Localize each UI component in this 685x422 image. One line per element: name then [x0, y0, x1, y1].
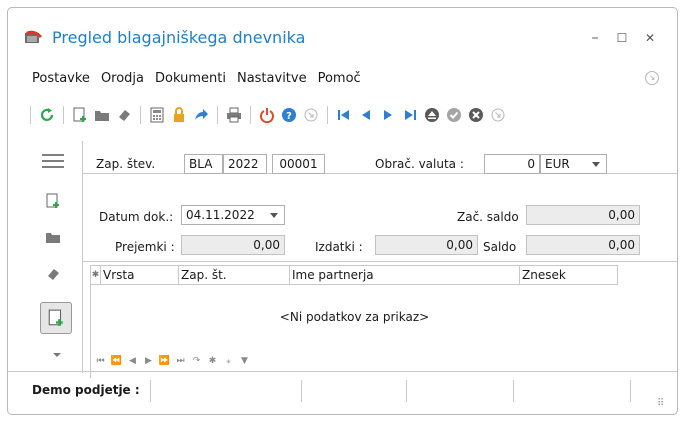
- grid-navigator: ⏮ ⏪ ◀ ▶ ⏩ ⏭ ↷ ✱ ⁎ ▼: [94, 355, 251, 367]
- resize-grip-icon[interactable]: ⠿: [657, 399, 667, 409]
- window: Pregled blagajniškega dnevnika – ☐ ✕ Pos…: [7, 7, 678, 415]
- app-logo-icon: [25, 30, 42, 43]
- folder-icon[interactable]: [91, 104, 113, 126]
- cancel-icon[interactable]: [465, 104, 487, 126]
- menu-nastavitve[interactable]: Nastavitve: [237, 71, 307, 89]
- datum-date-picker[interactable]: 04.11.2022: [181, 205, 285, 225]
- nav-next-icon[interactable]: ▶: [142, 356, 155, 366]
- chevron-down-icon: [270, 213, 278, 218]
- menu-orodja[interactable]: Orodja: [101, 71, 144, 89]
- menu-pomoc[interactable]: Pomoč: [318, 71, 361, 89]
- calculator-icon[interactable]: [146, 104, 168, 126]
- saldo-label: Saldo: [483, 240, 517, 254]
- power-icon[interactable]: [256, 104, 278, 126]
- form-divider: [83, 261, 677, 262]
- help-icon[interactable]: ?: [278, 104, 300, 126]
- toolbar: ?: [30, 104, 509, 126]
- menu-dokumenti[interactable]: Dokumenti: [155, 71, 226, 89]
- nav-prev-page-icon[interactable]: ⏪: [110, 356, 123, 366]
- eraser-icon[interactable]: [113, 104, 135, 126]
- new-document-icon[interactable]: [69, 104, 91, 126]
- prejemki-label: Prejemki :: [115, 240, 175, 254]
- collapse-arrow-icon[interactable]: ↘: [645, 71, 659, 85]
- side-new-document-icon[interactable]: [40, 188, 66, 214]
- izdatki-label: Izdatki :: [315, 240, 363, 254]
- menu-postavke[interactable]: Postavke: [32, 71, 90, 89]
- side-add-row-button[interactable]: [40, 302, 72, 334]
- next-record-icon[interactable]: [377, 104, 399, 126]
- nav-append-icon[interactable]: ⁎: [222, 356, 235, 366]
- chevron-down-icon: [592, 162, 600, 167]
- minimize-button[interactable]: –: [588, 31, 602, 45]
- confirm-icon[interactable]: [443, 104, 465, 126]
- zac-saldo-label: Zač. saldo: [457, 210, 519, 224]
- maximize-button[interactable]: ☐: [615, 31, 629, 45]
- nav-refresh-icon[interactable]: ↷: [190, 356, 203, 366]
- column-ime-partnerja[interactable]: Ime partnerja: [290, 266, 520, 284]
- nav-last-icon[interactable]: ⏭: [174, 356, 187, 366]
- currency-select[interactable]: EUR: [540, 154, 607, 174]
- side-panel-divider: [82, 141, 83, 373]
- refresh-icon[interactable]: [36, 104, 58, 126]
- zac-saldo-field: 0,00: [526, 205, 640, 225]
- lock-icon[interactable]: [168, 104, 190, 126]
- close-button[interactable]: ✕: [643, 31, 657, 45]
- first-record-icon[interactable]: [333, 104, 355, 126]
- title-bar: Pregled blagajniškega dnevnika – ☐ ✕: [8, 8, 677, 50]
- previous-record-icon[interactable]: [355, 104, 377, 126]
- datum-value: 04.11.2022: [186, 208, 255, 222]
- document-code-field[interactable]: BLA: [184, 154, 223, 174]
- currency-value: EUR: [545, 157, 570, 171]
- valuta-amount-field[interactable]: 0: [484, 154, 540, 174]
- print-icon[interactable]: [223, 104, 245, 126]
- circle-arrow-icon[interactable]: [300, 104, 322, 126]
- status-bar: Demo podjetje : ⠿: [8, 371, 677, 414]
- datum-label: Datum dok.:: [99, 210, 174, 224]
- saldo-field: 0,00: [526, 235, 640, 255]
- document-year-field[interactable]: 2022: [223, 154, 267, 174]
- column-zap-st[interactable]: Zap. št.: [179, 266, 290, 284]
- nav-next-page-icon[interactable]: ⏩: [158, 356, 171, 366]
- nav-filter-icon[interactable]: ▼: [238, 356, 251, 366]
- nav-prev-icon[interactable]: ◀: [126, 356, 139, 366]
- last-record-icon[interactable]: [399, 104, 421, 126]
- new-row-marker-icon: ✱: [91, 266, 101, 284]
- grid-empty-message: <Ni podatkov za prikaz>: [279, 310, 430, 324]
- collapse-icon[interactable]: [487, 104, 509, 126]
- window-title: Pregled blagajniškega dnevnika: [52, 28, 306, 47]
- menu-bar: Postavke Orodja Dokumenti Nastavitve Pom…: [32, 71, 361, 89]
- zap-stev-label: Zap. štev.: [96, 157, 156, 171]
- svg-text:?: ?: [286, 111, 292, 122]
- eject-icon[interactable]: [421, 104, 443, 126]
- nav-first-icon[interactable]: ⏮: [94, 356, 107, 366]
- column-vrsta[interactable]: Vrsta: [101, 266, 179, 284]
- hamburger-menu-icon[interactable]: [40, 148, 66, 174]
- prejemki-field: 0,00: [181, 235, 285, 255]
- valuta-label: Obrač. valuta :: [375, 157, 464, 171]
- side-folder-icon[interactable]: [40, 224, 66, 250]
- company-label: Demo podjetje :: [32, 383, 140, 397]
- side-eraser-icon[interactable]: [40, 261, 66, 287]
- chevron-down-icon[interactable]: [44, 342, 70, 368]
- forward-arrow-icon[interactable]: [190, 104, 212, 126]
- column-znesek[interactable]: Znesek: [520, 266, 618, 284]
- document-number-field[interactable]: 00001: [272, 154, 325, 174]
- grid-header: ✱ Vrsta Zap. št. Ime partnerja Znesek: [90, 265, 618, 285]
- nav-insert-icon[interactable]: ✱: [206, 356, 219, 366]
- izdatki-field: 0,00: [375, 235, 478, 255]
